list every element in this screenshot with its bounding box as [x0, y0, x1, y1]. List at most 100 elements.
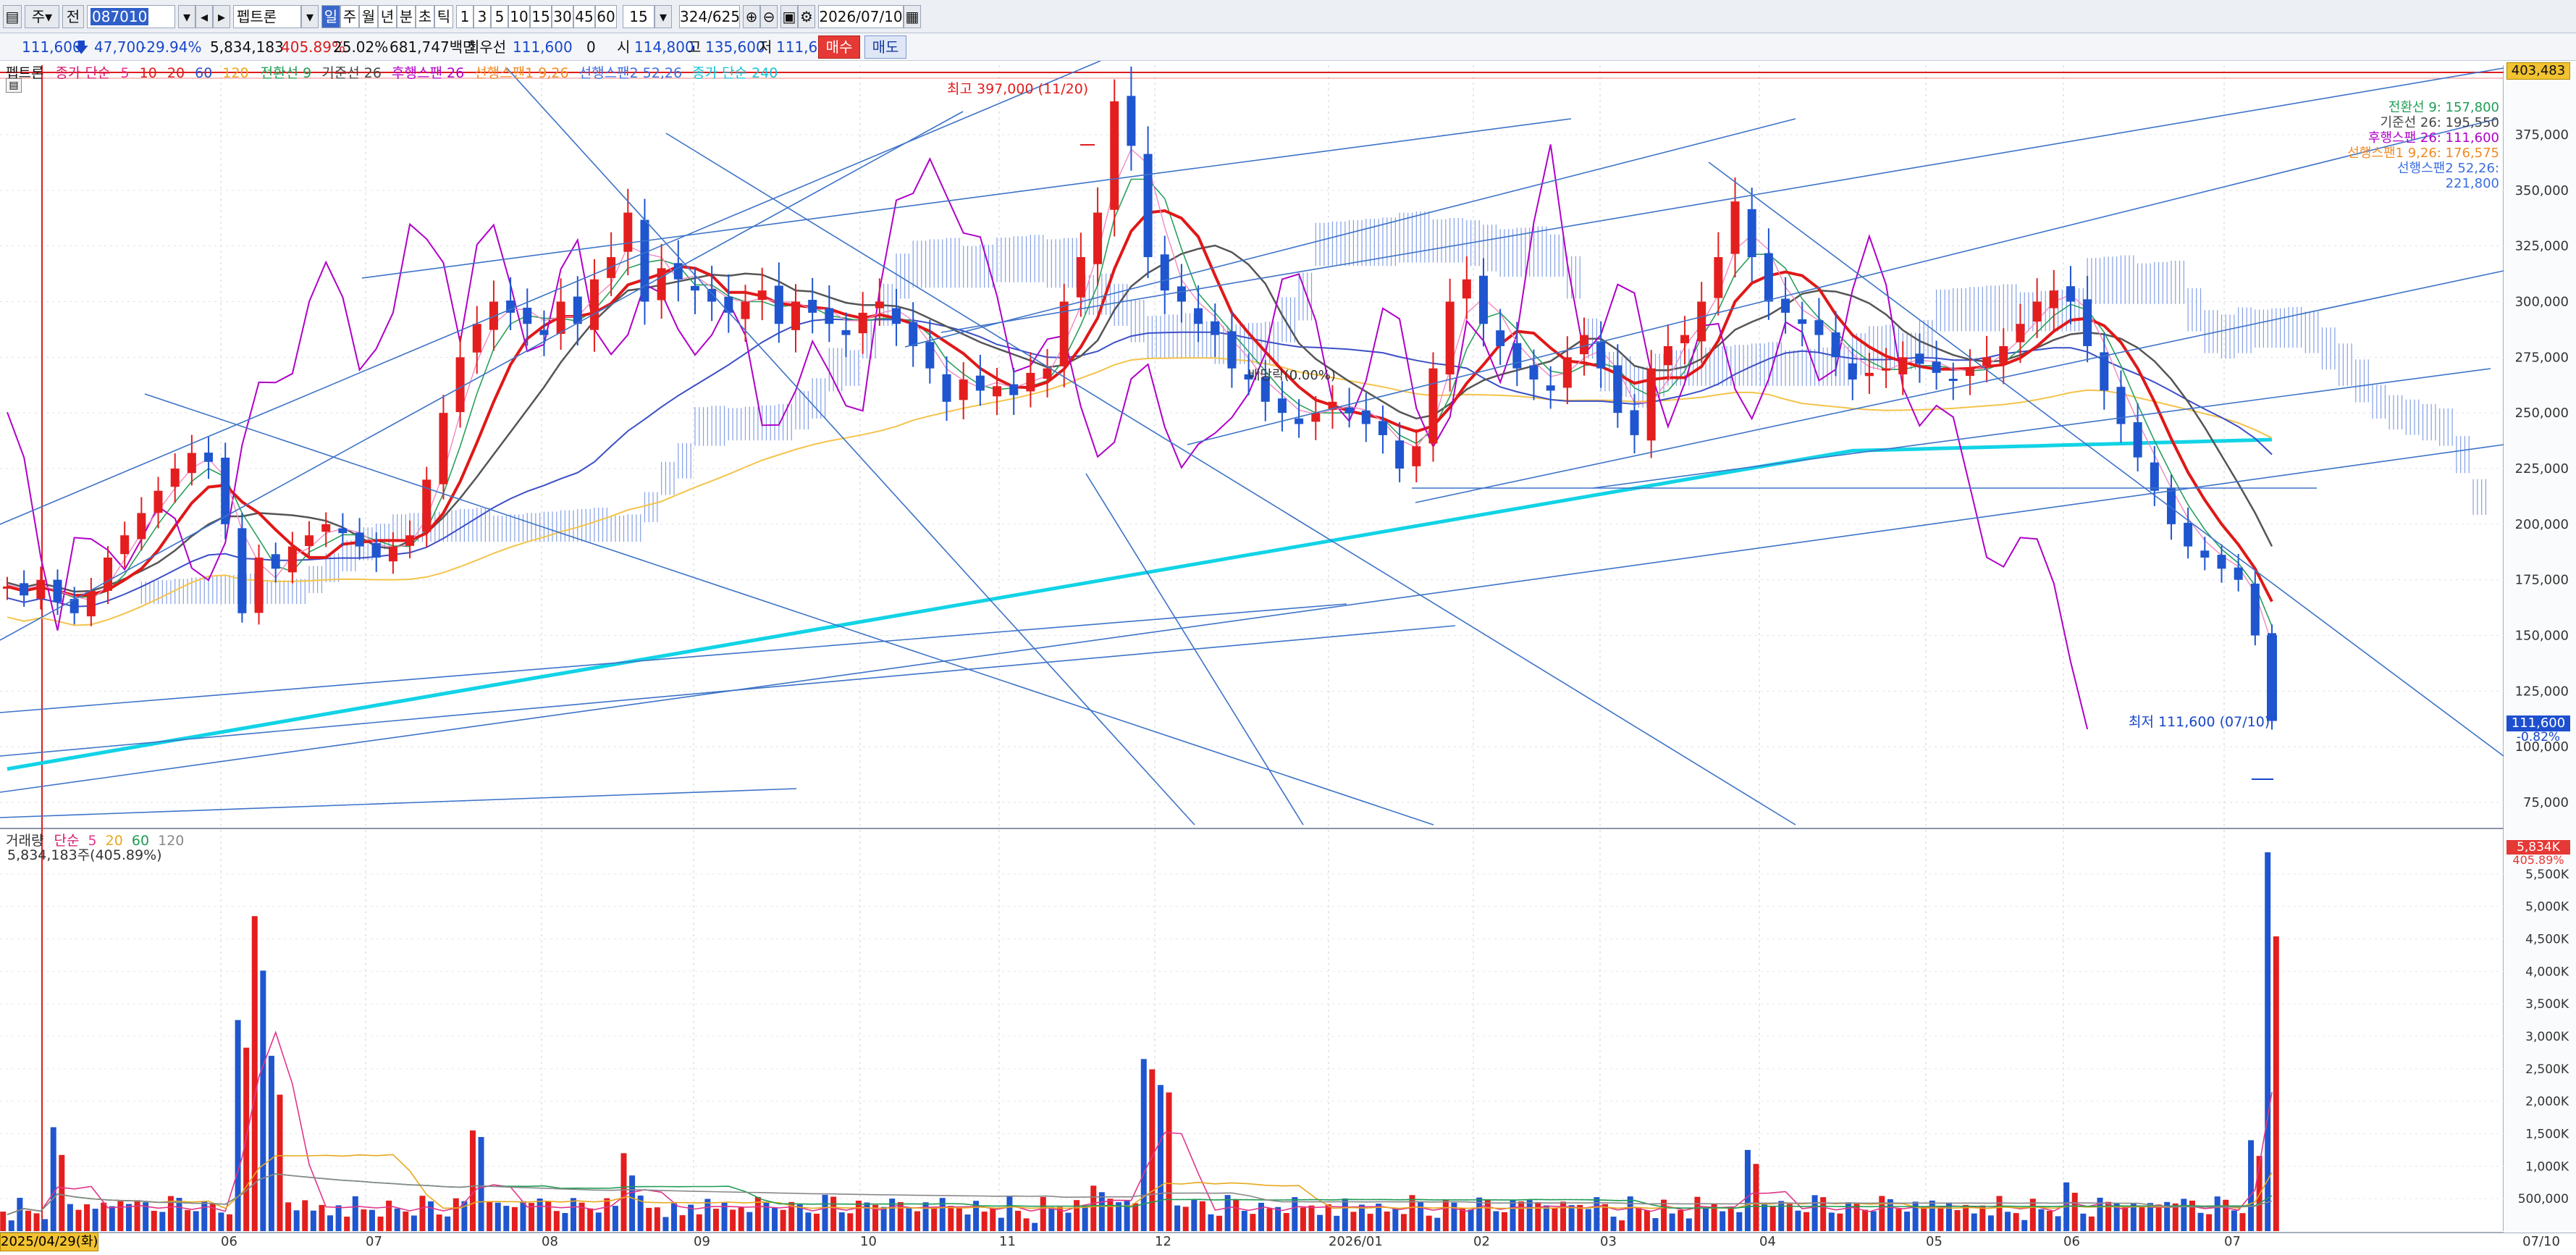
candle-body [2200, 550, 2210, 558]
period-button-1[interactable]: 주 [340, 5, 359, 28]
volume-bar [8, 1220, 14, 1231]
x-axis-label: 02 [1473, 1234, 1490, 1249]
volume-bar [1384, 1211, 1390, 1231]
candle-body [1596, 341, 1606, 369]
menu-icon[interactable]: ▤ [3, 5, 22, 28]
low-label: 저 [759, 38, 773, 56]
name-dropdown-icon[interactable]: ▾ [301, 5, 319, 28]
interval-button-1[interactable]: 3 [473, 5, 491, 28]
volume-bar [2130, 1204, 2137, 1231]
volume-bar [1199, 1201, 1205, 1231]
candle-body [1395, 440, 1405, 469]
interval-dropdown-icon[interactable]: ▾ [654, 5, 672, 28]
volume-bar [1208, 1214, 1214, 1231]
x-axis-label: 09 [694, 1234, 710, 1249]
y-axis-tick-label: 175,000 [2515, 573, 2569, 588]
volume-bar [469, 1130, 476, 1231]
x-axis-label: 07 [2224, 1234, 2241, 1249]
chart-app: ▤ 주▾ 전 087010 ▾ ◂ ▸ 펩트론 ▾ 일주월년분초틱 1 3 5 10 1… [0, 0, 2576, 1255]
volume-bar [33, 1213, 40, 1231]
volume-bar [1937, 1206, 1944, 1231]
y-axis-tick-label: 75,000 [2523, 795, 2569, 810]
volume-bar [285, 1202, 292, 1231]
zoom-in-icon[interactable]: ⊕ [743, 5, 760, 28]
volume-bar [25, 1210, 31, 1231]
stock-name-field[interactable]: 펩트론 [233, 5, 301, 28]
save-icon[interactable]: ▣ [780, 5, 798, 28]
y-axis-tick-label: 200,000 [2515, 517, 2569, 532]
count-field[interactable]: 324/625 [679, 5, 740, 28]
sell-button[interactable]: 매도 [864, 35, 906, 59]
settings-icon[interactable]: ⚙ [798, 5, 815, 28]
period-button-0[interactable]: 일 [321, 5, 340, 28]
legend-ma20: 20 [167, 65, 185, 81]
volume-bar [1727, 1206, 1734, 1231]
x-axis-label: 06 [2063, 1234, 2080, 1249]
volume-bar [1367, 1214, 1373, 1231]
x-axis-start-date: 2025/04/29(화) [0, 1233, 98, 1251]
x-axis-label: 03 [1600, 1234, 1617, 1249]
volume-bar [428, 1201, 434, 1231]
candle-body [439, 413, 448, 484]
volume-bar [931, 1207, 938, 1231]
ichimoku-values: 전환선 9: 157,800 기준선 26: 195,550 후행스팬 26: … [2346, 100, 2499, 191]
type-select[interactable]: 전 [62, 5, 84, 28]
volume-bar [2038, 1209, 2045, 1231]
calendar-icon[interactable]: ▦ [904, 5, 921, 28]
candle-body [120, 535, 130, 555]
volume-bar [948, 1206, 954, 1231]
candle-body [237, 528, 247, 613]
panel-settings-icon[interactable]: ▤ [6, 78, 22, 93]
legend-extra: 종가 단순 240 [692, 65, 778, 81]
buy-button[interactable]: 매수 [818, 35, 860, 59]
volume-bar [411, 1215, 417, 1231]
volume-bar [2223, 1199, 2229, 1231]
volume-bar [1074, 1200, 1080, 1231]
next-stock-icon[interactable]: ▸ [213, 5, 230, 28]
candle-body [1009, 384, 1019, 395]
interval-button-7[interactable]: 60 [595, 5, 617, 28]
volume-bar [335, 1205, 342, 1231]
interval-input[interactable]: 15 [623, 5, 654, 28]
candle-body [1798, 319, 1807, 324]
market-select[interactable]: 주▾ [25, 5, 59, 28]
volume-bar [151, 1210, 157, 1231]
price-legend: 펩트론 종가 단순 5 10 20 60 120 전환선 9 기준선 26 후행… [6, 62, 778, 81]
candle-body [1093, 212, 1103, 264]
period-button-4[interactable]: 분 [397, 5, 416, 28]
volume-bar [1685, 1218, 1692, 1231]
prev-stock-icon[interactable]: ◂ [195, 5, 213, 28]
period-button-6[interactable]: 틱 [434, 5, 453, 28]
candle-body [1965, 368, 1974, 377]
stock-code-input[interactable]: 087010 [87, 5, 175, 28]
interval-button-3[interactable]: 10 [508, 5, 530, 28]
volume-bar [2197, 1212, 2204, 1231]
volume-bar [2055, 1216, 2061, 1231]
volume-bar [2088, 1216, 2095, 1231]
volume-bar [1434, 1217, 1441, 1231]
zoom-out-icon[interactable]: ⊖ [760, 5, 778, 28]
volume-bar [84, 1204, 91, 1231]
candle-body [1646, 368, 1656, 441]
volume-bar [1023, 1218, 1030, 1231]
candle-body [1177, 286, 1186, 302]
interval-button-2[interactable]: 5 [491, 5, 508, 28]
code-dropdown-icon[interactable]: ▾ [178, 5, 195, 28]
candle-body [405, 535, 415, 546]
interval-button-5[interactable]: 30 [552, 5, 573, 28]
volume-bar [75, 1209, 82, 1231]
volume-bar [218, 1212, 224, 1231]
period-button-5[interactable]: 초 [416, 5, 434, 28]
price-chart[interactable]: 75,000100,000125,000150,000175,000200,00… [0, 61, 2576, 1255]
period-button-2[interactable]: 월 [359, 5, 378, 28]
volume-bar [235, 1020, 241, 1231]
legend-ichimoku-1: 전환선 9 [260, 65, 312, 81]
x-axis-label: 06 [221, 1234, 237, 1249]
period-button-3[interactable]: 년 [378, 5, 397, 28]
interval-button-6[interactable]: 45 [573, 5, 595, 28]
interval-button-4[interactable]: 15 [530, 5, 552, 28]
volume-bar [125, 1204, 132, 1231]
open-value: 114,800 [634, 38, 694, 56]
date-input[interactable]: 2026/07/10 [818, 5, 904, 28]
interval-button-0[interactable]: 1 [456, 5, 473, 28]
